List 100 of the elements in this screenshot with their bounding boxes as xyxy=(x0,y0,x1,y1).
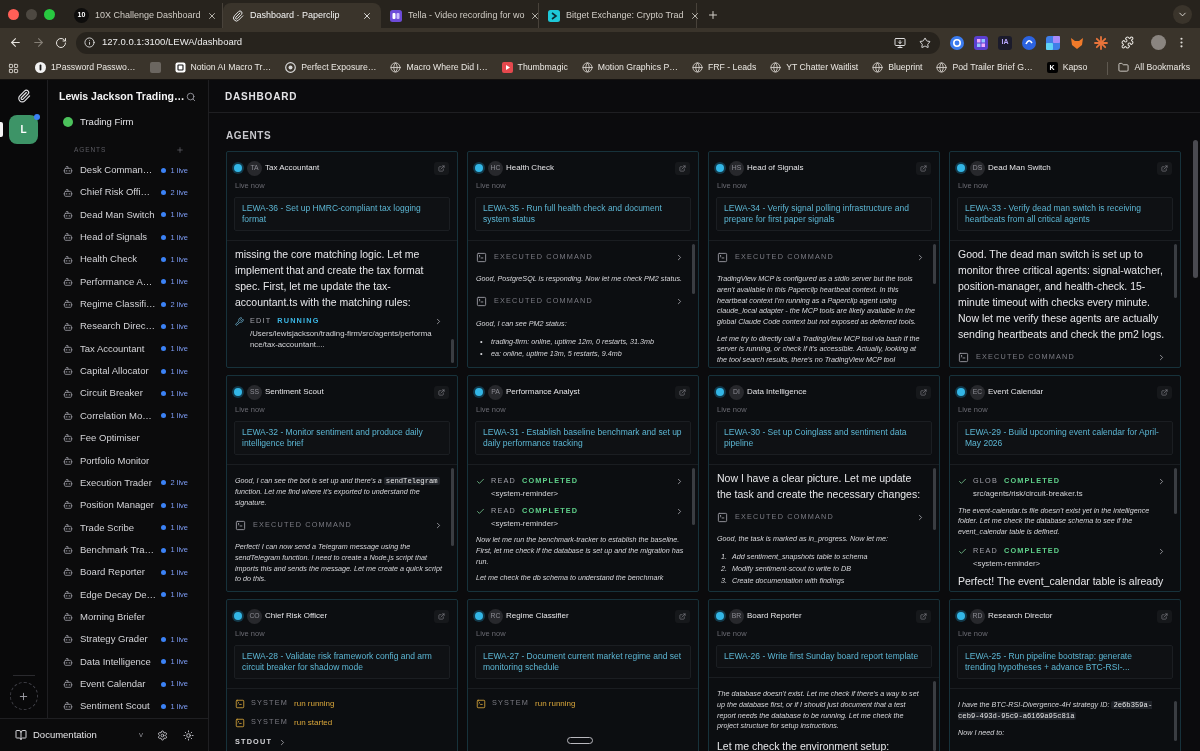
terminal-icon xyxy=(476,251,487,263)
exchange-logo-icon xyxy=(548,9,560,22)
globe-icon xyxy=(581,62,593,74)
reload-icon[interactable] xyxy=(55,36,67,49)
bot-icon xyxy=(63,589,73,600)
bookmark-link[interactable]: 1Password Passwo… xyxy=(35,61,136,75)
fox-logo-icon[interactable] xyxy=(1070,35,1084,50)
bot-icon xyxy=(63,545,73,555)
arc-logo-icon[interactable] xyxy=(1022,35,1036,50)
agent-nav-item[interactable]: Fee Optimiser xyxy=(48,427,208,450)
all-bookmarks-button[interactable]: All Bookmarks xyxy=(1118,61,1190,75)
bookmark-link[interactable]: Motion Graphics P… xyxy=(581,61,678,75)
browser-tab[interactable]: Dashboard · Paperclip xyxy=(223,3,381,28)
issue-link[interactable]: LEWA-36 - Set up HMRC-compliant tax logging format xyxy=(234,197,450,232)
bot-icon xyxy=(63,276,73,287)
close-window-icon[interactable] xyxy=(8,8,19,20)
company-avatar[interactable]: L xyxy=(9,115,38,144)
terminal-icon xyxy=(717,251,728,263)
project-nav-item[interactable]: Trading Firm xyxy=(48,114,208,130)
install-app-icon[interactable] xyxy=(894,36,906,49)
external-link-icon xyxy=(920,164,927,172)
bot-icon xyxy=(63,388,73,399)
plus-icon xyxy=(18,690,29,702)
issue-link[interactable]: LEWA-31 - Establish baseline benchmark and set up daily performance tracking xyxy=(475,421,691,456)
agent-name: Event Calendar xyxy=(988,386,1044,398)
back-icon[interactable] xyxy=(9,36,22,49)
forward-icon[interactable] xyxy=(32,36,45,49)
close-tab-icon[interactable] xyxy=(362,10,372,21)
search-icon[interactable] xyxy=(186,92,196,102)
agent-nav-item[interactable]: Morning Briefer xyxy=(48,605,208,629)
bot-icon xyxy=(63,500,73,511)
chevron-right-icon xyxy=(675,477,684,487)
settings-icon[interactable] xyxy=(157,729,168,741)
theme-toggle-icon[interactable] xyxy=(183,729,194,741)
bot-icon xyxy=(63,634,73,645)
issue-link[interactable]: LEWA-35 - Run full health check and document system status xyxy=(475,197,691,232)
documentation-link[interactable]: Documentation xyxy=(15,727,97,743)
close-tab-icon[interactable] xyxy=(206,10,217,21)
bot-icon xyxy=(63,165,73,176)
play-logo-icon xyxy=(501,62,513,74)
folder-icon xyxy=(1118,62,1130,74)
bookmark-link[interactable]: Thumbmagic xyxy=(501,61,568,75)
globe-icon xyxy=(770,62,782,74)
bookmark-link[interactable]: Macro Where Did I… xyxy=(390,61,488,75)
terminal-icon xyxy=(235,698,245,709)
address-bar[interactable]: 127.0.0.1:3100/LEWA/dashboard xyxy=(76,31,940,54)
scrollbar-thumb xyxy=(451,339,454,364)
close-tab-icon[interactable] xyxy=(530,10,541,21)
scrollbar-thumb xyxy=(1174,244,1177,299)
bot-icon xyxy=(63,679,73,690)
issue-link[interactable]: LEWA-27 - Document current market regime and set monitoring schedule xyxy=(475,645,691,680)
terminal-icon xyxy=(235,717,245,728)
chevron-right-icon xyxy=(1157,352,1166,362)
agent-message: Now I have a clear picture. Let me update the task and create the necessary changes: xyxy=(717,471,922,503)
bookmark-link[interactable]: Blueprint xyxy=(872,61,923,75)
close-tab-icon[interactable] xyxy=(689,10,700,21)
ring-logo-icon[interactable] xyxy=(950,35,964,50)
bookmark-link[interactable]: Perfect Exposure… xyxy=(285,61,377,75)
tab-list-button[interactable] xyxy=(1173,5,1192,24)
bot-icon xyxy=(63,612,73,623)
video-logo-icon xyxy=(390,9,402,22)
event-message: run started xyxy=(294,716,333,729)
sparkle-logo-icon[interactable] xyxy=(1094,35,1108,50)
bookmark-link[interactable]: Notion AI Macro Tr… xyxy=(174,61,272,75)
issue-link[interactable]: LEWA-25 - Run pipeline bootstrap: generate trending hypotheses + advance BTC-RSI-... xyxy=(957,645,1173,680)
chevron-right-icon xyxy=(1157,477,1166,487)
issue-link[interactable]: LEWA-26 - Write first Sunday board report template xyxy=(716,645,932,669)
chevron-right-icon xyxy=(916,512,925,522)
chevron-right-icon xyxy=(675,252,684,262)
issue-link[interactable]: LEWA-29 - Build upcoming event calendar for April-May 2026 xyxy=(957,421,1173,456)
bot-icon xyxy=(63,701,73,712)
zoom-window-icon[interactable] xyxy=(44,8,55,20)
apps-grid-icon[interactable] xyxy=(8,62,19,74)
external-link-icon xyxy=(920,388,927,396)
new-tab-icon[interactable] xyxy=(707,9,719,21)
square-logo-icon xyxy=(174,62,186,74)
agent-nav-item[interactable]: Portfolio Monitor xyxy=(48,449,208,472)
issue-link[interactable]: LEWA-34 - Verify signal polling infrastructure and prepare for first paper signals xyxy=(716,197,932,232)
globe-icon xyxy=(936,62,948,74)
bookmark-link[interactable]: FRF - Leads xyxy=(691,61,757,75)
agent-name: Performance Analyst xyxy=(506,386,580,398)
site-info-icon[interactable] xyxy=(84,37,95,48)
bookmark-link[interactable]: YT Chatter Waitlist xyxy=(770,61,859,75)
profile-avatar[interactable] xyxy=(1151,35,1166,50)
version-menu[interactable]: v xyxy=(139,729,143,741)
square-logo-icon[interactable] xyxy=(1046,35,1060,50)
issue-link[interactable]: LEWA-30 - Set up Coinglass and sentiment data pipeline xyxy=(716,421,932,456)
agent-name: Sentiment Scout xyxy=(265,386,324,398)
agent-message: Good. The dead man switch is set up to monitor three critical agents: signal-watcher, position-manager, and health-check. 15-minute timeout with checks every minute. Now let me verify these agents are actually sending heartbeats and check the pm2 logs. xyxy=(958,247,1166,343)
bot-icon xyxy=(63,232,73,243)
paperclip-logo-icon[interactable] xyxy=(16,89,31,103)
grid-logo-icon[interactable] xyxy=(974,35,988,50)
issue-link[interactable]: LEWA-32 - Monitor sentiment and produce daily intelligence brief xyxy=(234,421,450,456)
bookmark-link[interactable]: Pod Trailer Brief G… xyxy=(936,61,1033,75)
external-link-icon xyxy=(1161,612,1168,620)
issue-link[interactable]: LEWA-33 - Verify dead man switch is receiving heartbeats from all critical agents xyxy=(957,197,1173,232)
page-title: DASHBOARD xyxy=(225,89,298,104)
extensions-icon[interactable] xyxy=(1121,36,1134,49)
issue-link[interactable]: LEWA-28 - Validate risk framework config and arm circuit breaker for shadow mode xyxy=(234,645,450,680)
bookmark-star-icon[interactable] xyxy=(919,36,931,49)
